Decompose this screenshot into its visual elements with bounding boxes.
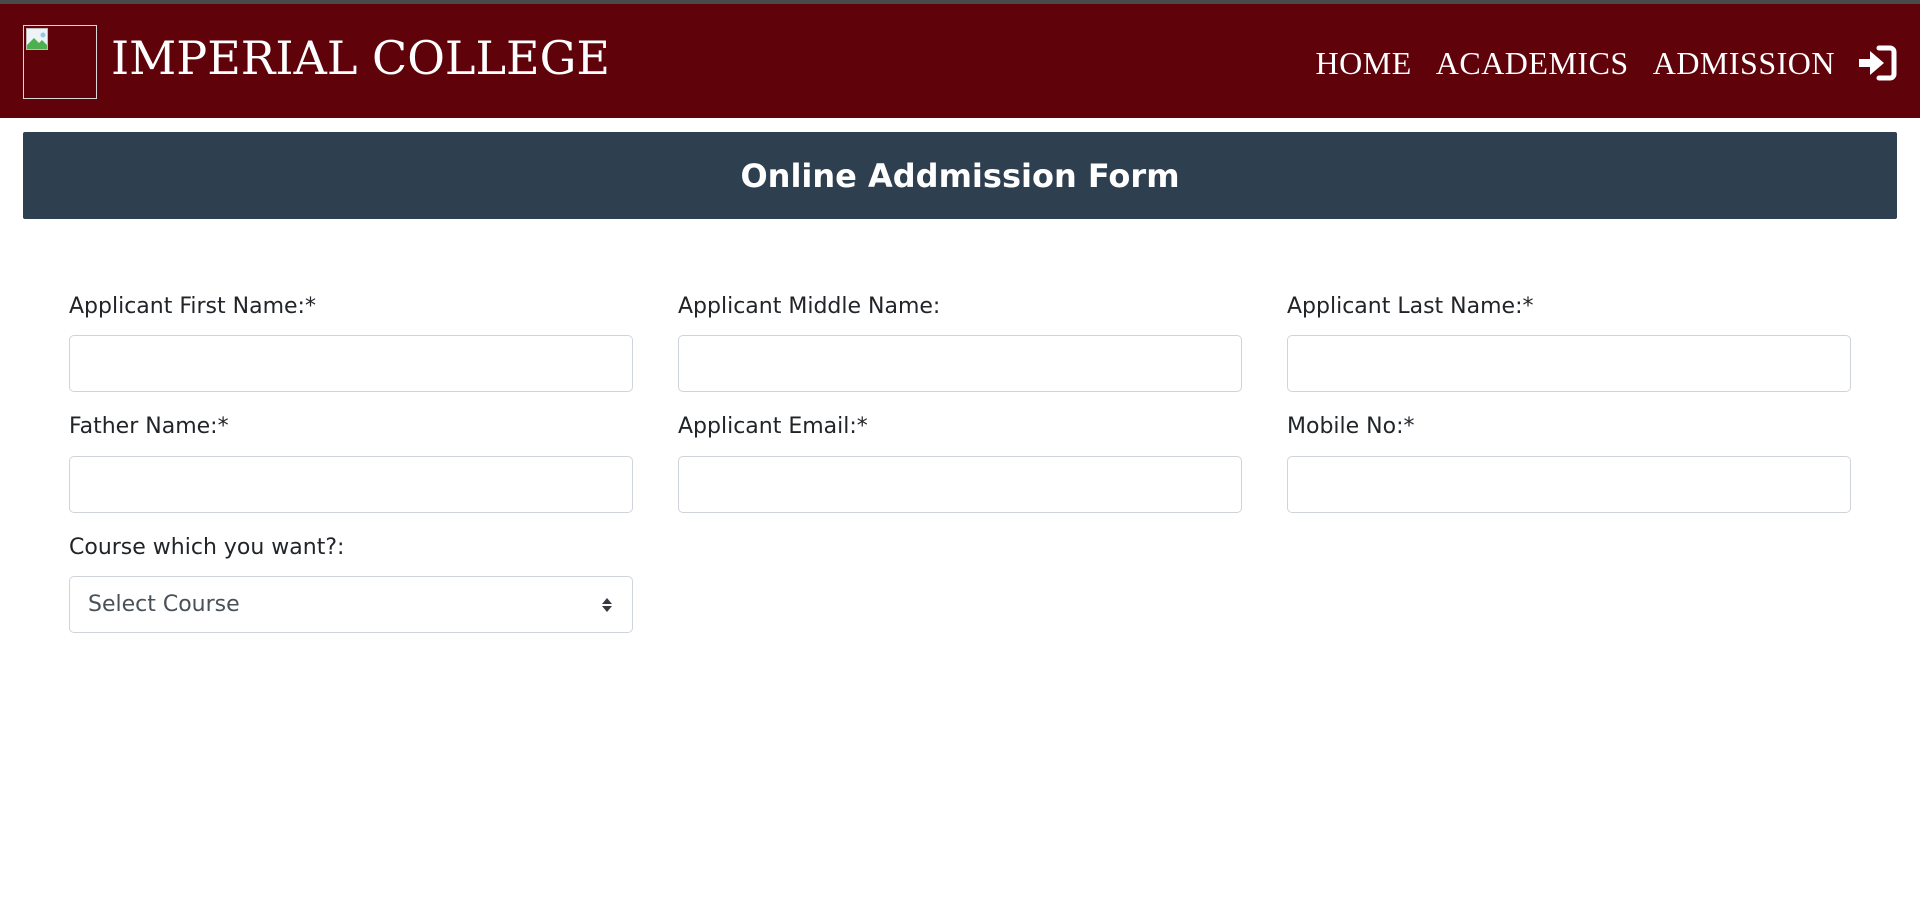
brand[interactable]: IMPERIAL COLLEGE	[23, 23, 610, 99]
main-nav: HOME ACADEMICS ADMISSION	[1316, 45, 1897, 82]
email-group: Applicant Email:*	[678, 414, 1242, 513]
form-row-names: Applicant First Name:* Applicant Middle …	[69, 294, 1851, 393]
form-title: Online Addmission Form	[740, 156, 1180, 195]
middle-name-group: Applicant Middle Name:	[678, 294, 1242, 393]
nav-admission[interactable]: ADMISSION	[1653, 45, 1835, 82]
college-logo	[23, 25, 97, 99]
father-name-label: Father Name:*	[69, 414, 229, 440]
middle-name-input[interactable]	[678, 335, 1242, 393]
admission-form: Applicant First Name:* Applicant Middle …	[0, 294, 1920, 634]
email-label: Applicant Email:*	[678, 414, 868, 440]
father-name-group: Father Name:*	[69, 414, 633, 513]
form-header: Online Addmission Form	[23, 132, 1897, 219]
nav-academics[interactable]: ACADEMICS	[1436, 45, 1629, 82]
course-label: Course which you want?:	[69, 534, 345, 560]
last-name-input[interactable]	[1287, 335, 1851, 393]
form-row-course: Course which you want?: Select Course	[69, 534, 1851, 634]
last-name-group: Applicant Last Name:*	[1287, 294, 1851, 393]
broken-image-icon	[26, 28, 48, 50]
middle-name-label: Applicant Middle Name:	[678, 294, 941, 319]
first-name-input[interactable]	[69, 335, 633, 393]
course-group: Course which you want?: Select Course	[69, 534, 633, 634]
mobile-label: Mobile No:*	[1287, 414, 1415, 440]
sign-in-icon[interactable]	[1857, 45, 1897, 81]
brand-name[interactable]: IMPERIAL COLLEGE	[111, 35, 610, 81]
first-name-label: Applicant First Name:*	[69, 294, 316, 319]
mobile-input[interactable]	[1287, 455, 1851, 513]
nav-home[interactable]: HOME	[1316, 45, 1412, 82]
email-field[interactable]	[678, 455, 1242, 513]
father-name-input[interactable]	[69, 455, 633, 513]
select-sort-icon	[602, 598, 612, 613]
form-row-contact: Father Name:* Applicant Email:* Mobile N…	[69, 414, 1851, 513]
first-name-group: Applicant First Name:*	[69, 294, 633, 393]
last-name-label: Applicant Last Name:*	[1287, 294, 1534, 319]
navbar: IMPERIAL COLLEGE HOME ACADEMICS ADMISSIO…	[0, 4, 1920, 118]
course-select-value: Select Course	[88, 592, 240, 618]
mobile-group: Mobile No:*	[1287, 414, 1851, 513]
course-select[interactable]: Select Course	[69, 576, 633, 634]
